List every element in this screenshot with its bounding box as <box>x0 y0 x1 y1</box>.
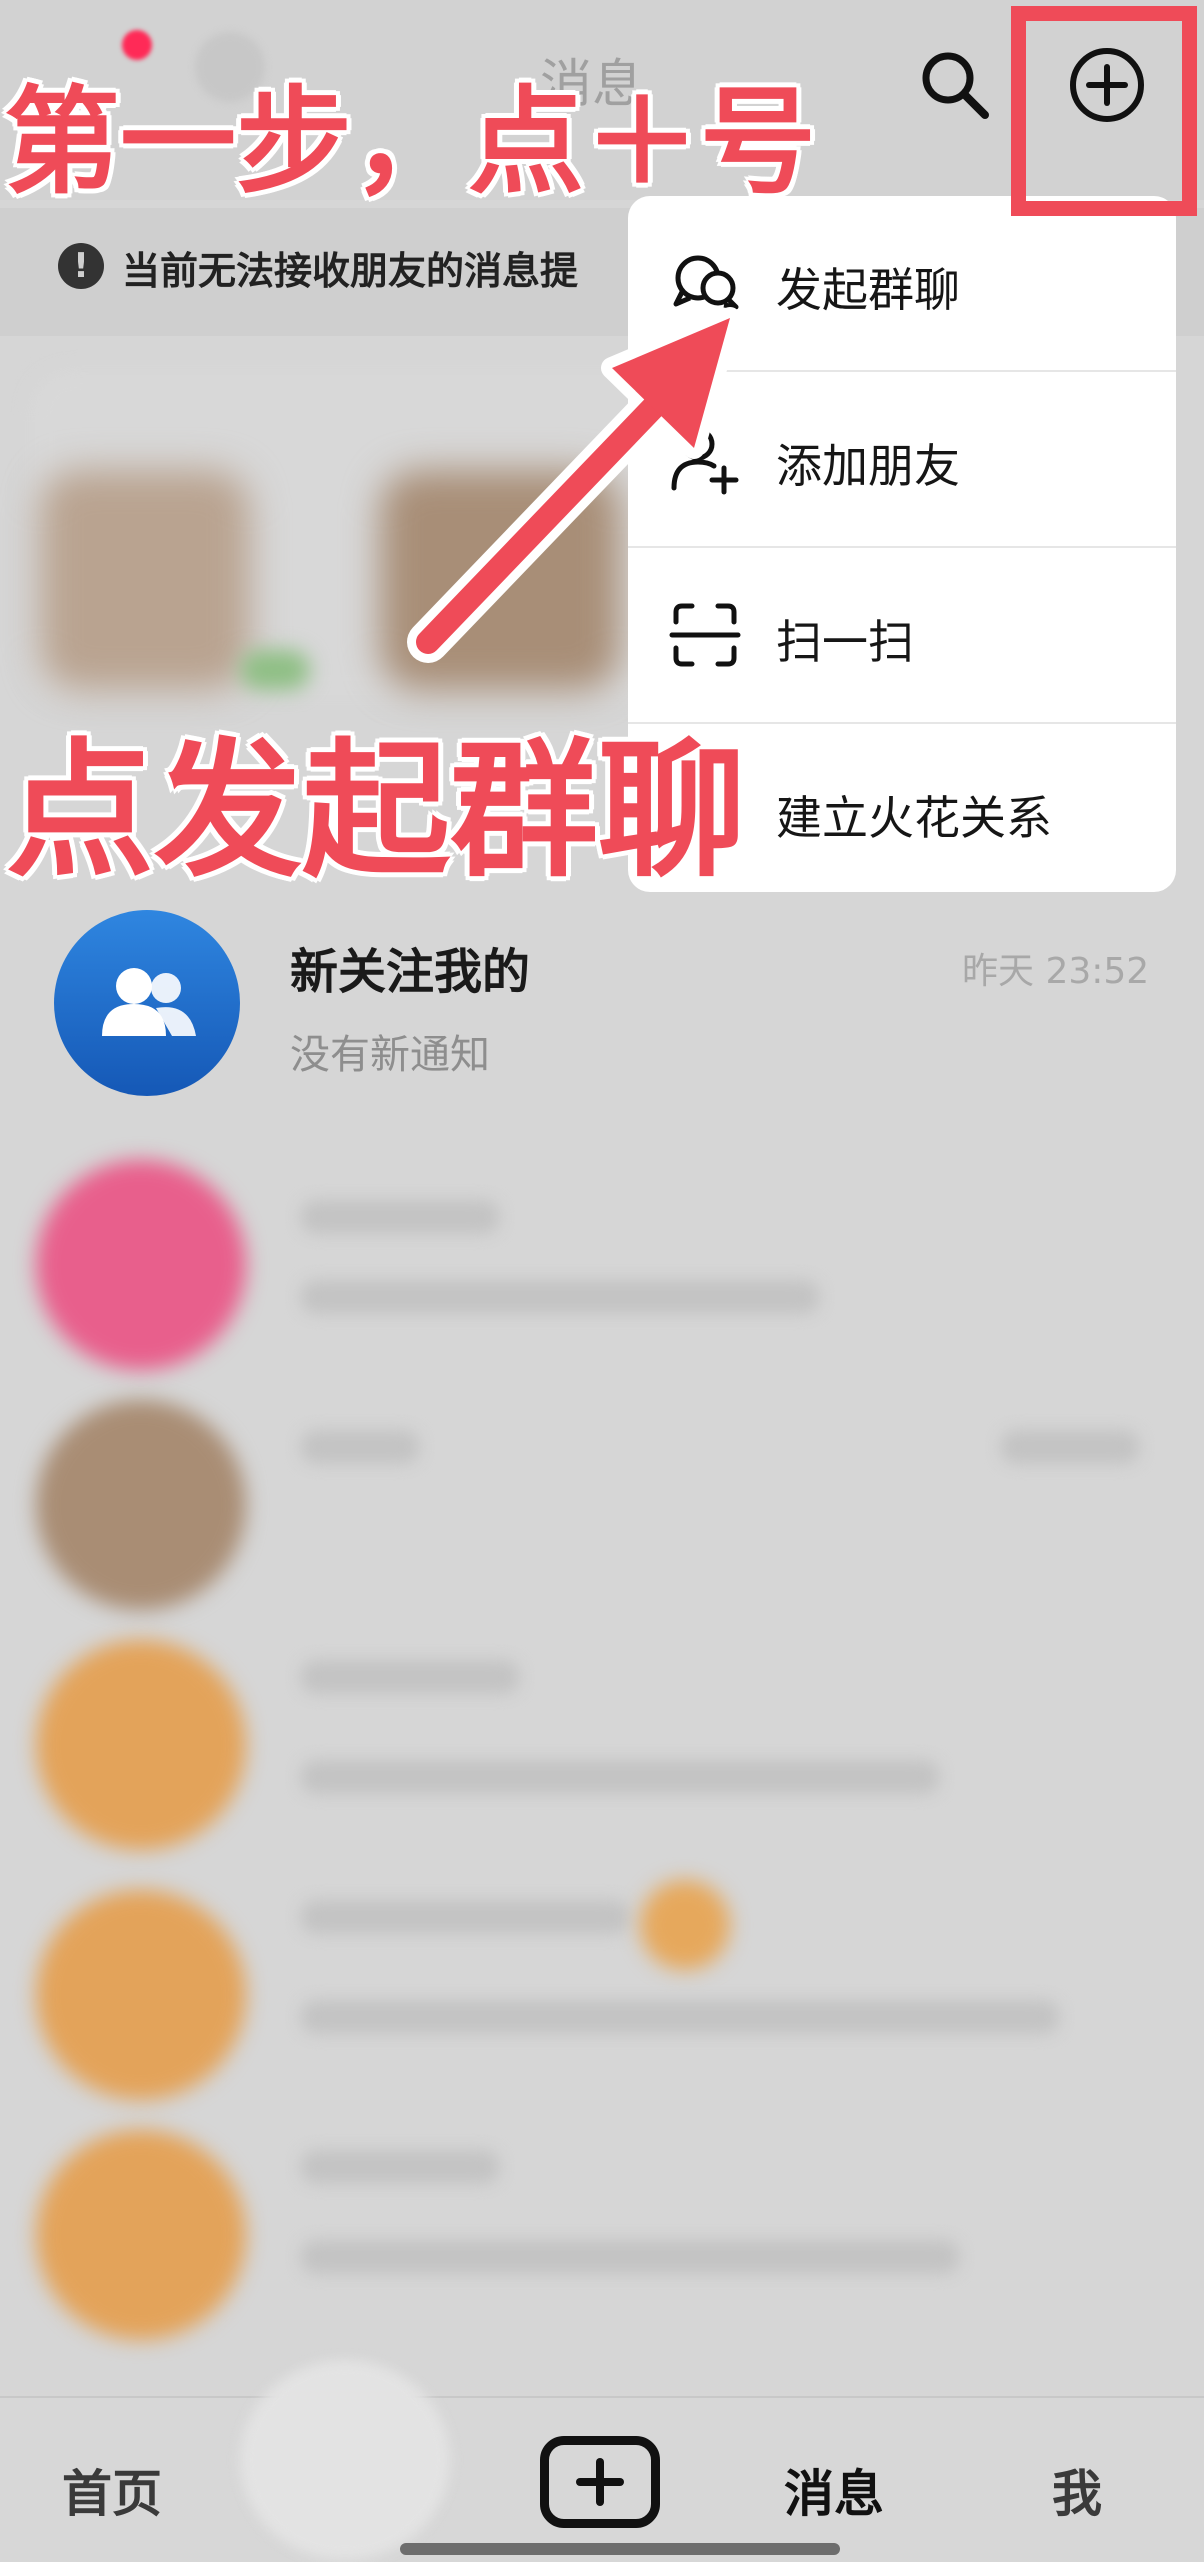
blurred-overlay <box>240 2360 450 2560</box>
nav-me[interactable]: 我 <box>1052 2454 1102 2526</box>
create-button[interactable] <box>540 2436 660 2528</box>
plus-square-icon <box>576 2458 624 2506</box>
nav-home[interactable]: 首页 <box>62 2454 162 2526</box>
home-indicator <box>400 2543 840 2555</box>
annotation-arrow <box>407 307 741 663</box>
nav-messages[interactable]: 消息 <box>784 2454 884 2526</box>
